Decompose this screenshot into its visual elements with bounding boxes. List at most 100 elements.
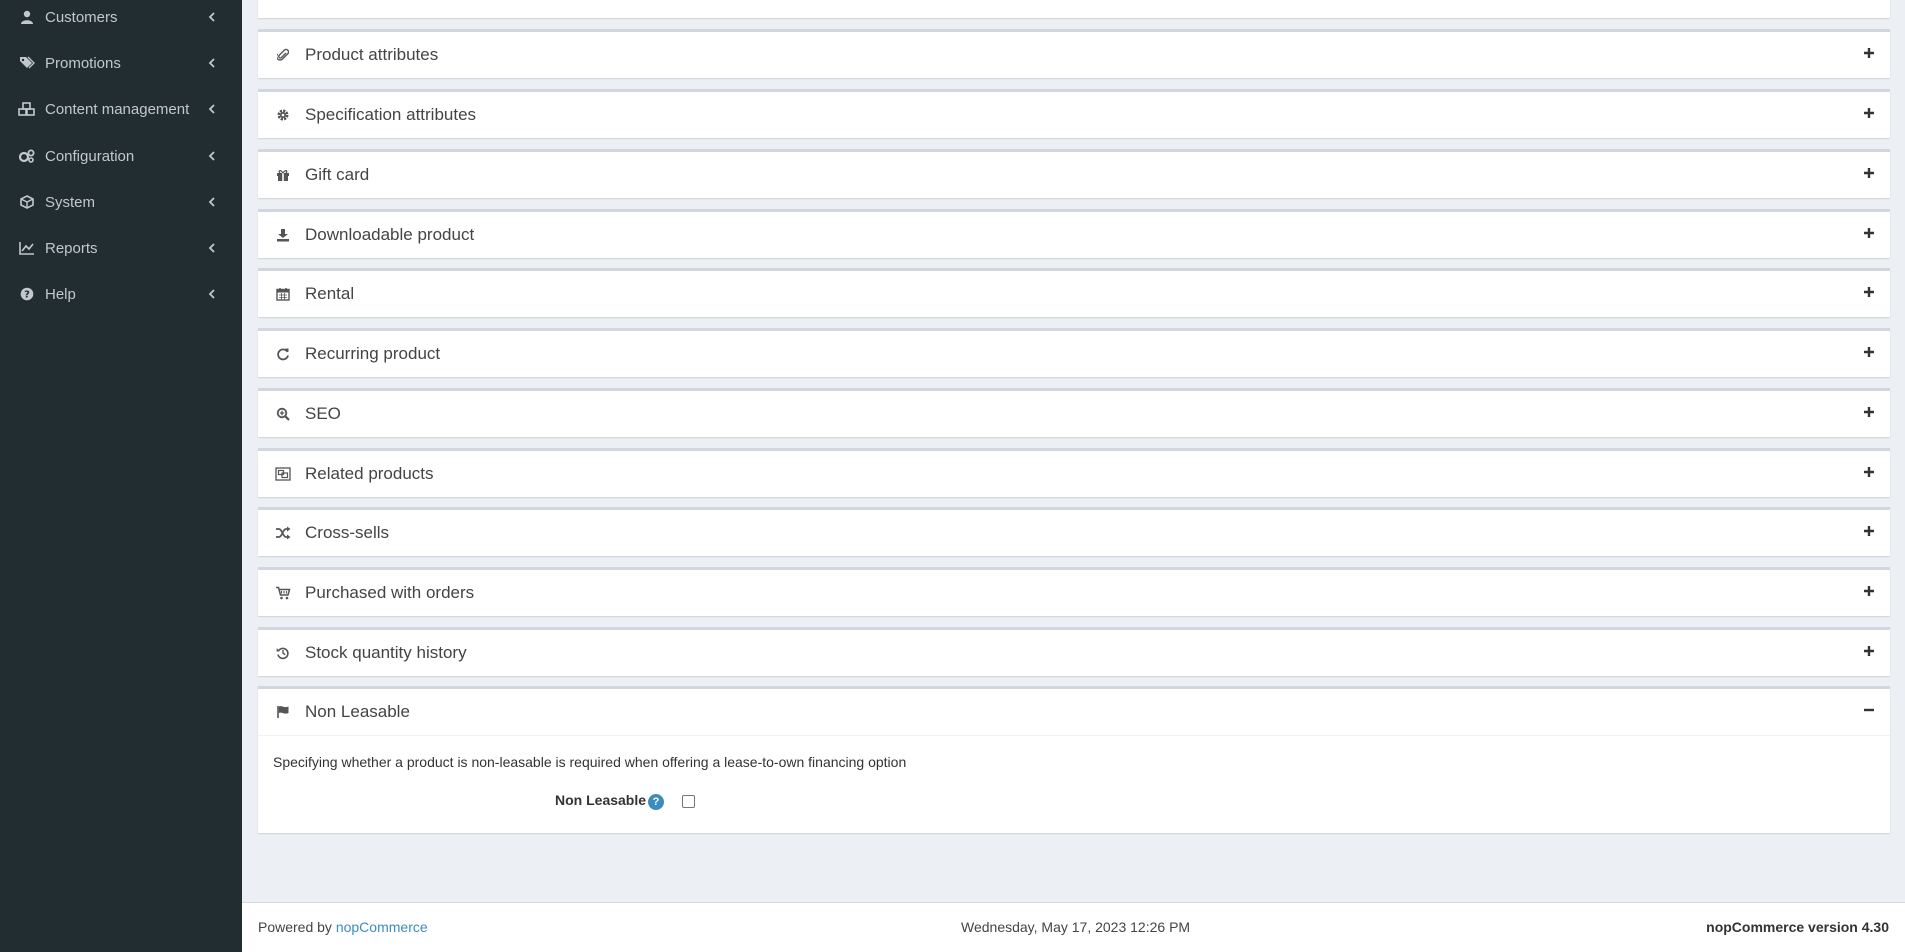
plus-icon[interactable] [1862, 584, 1876, 598]
panel-product-attributes[interactable]: Product attributes [258, 29, 1890, 78]
panel-title: Recurring product [305, 344, 441, 363]
panel-header[interactable]: SEO [258, 391, 1890, 437]
sidebar-item-promotions[interactable]: Promotions [0, 40, 242, 86]
panel-header[interactable]: Stock quantity history [258, 630, 1890, 676]
repeat-icon [275, 346, 291, 362]
sidebar: Customers Promotions Content management … [0, 0, 242, 952]
chevron-left-icon [206, 58, 218, 68]
chevron-left-icon [206, 104, 218, 114]
nopcommerce-link[interactable]: nopCommerce [336, 919, 428, 935]
plus-icon[interactable] [1862, 465, 1876, 479]
line-chart-icon [17, 238, 37, 258]
sidebar-item-label: Reports [45, 239, 98, 257]
gift-icon [275, 167, 291, 183]
panel-title: Gift card [305, 165, 370, 184]
panel-pictures-partial[interactable] [258, 0, 1890, 18]
sidebar-item-label: System [45, 193, 96, 211]
footer-datetime: Wednesday, May 17, 2023 12:26 PM [961, 919, 1191, 935]
panel-header[interactable]: Non Leasable [258, 689, 1890, 735]
help-icon[interactable]: ? [648, 794, 664, 810]
footer-version: nopCommerce version 4.30 [1706, 919, 1889, 935]
history-icon [275, 645, 291, 661]
plus-icon[interactable] [1862, 405, 1876, 419]
calendar-icon [275, 286, 291, 302]
download-icon [275, 227, 291, 243]
chevron-left-icon [206, 289, 218, 299]
chevron-left-icon [206, 197, 218, 207]
panel-header[interactable]: Gift card [258, 152, 1890, 198]
sidebar-item-reports[interactable]: Reports [0, 225, 242, 271]
paperclip-icon [275, 47, 291, 63]
plus-icon[interactable] [1862, 644, 1876, 658]
plus-icon[interactable] [1862, 524, 1876, 538]
sidebar-item-customers[interactable]: Customers [0, 0, 242, 40]
question-circle-icon: ? [17, 284, 37, 304]
panel-header[interactable]: Recurring product [258, 331, 1890, 377]
random-icon [275, 525, 291, 541]
footer: Powered by nopCommerce Wednesday, May 17… [242, 902, 1905, 952]
field-label: Non Leasable [555, 792, 647, 808]
object-group-icon [275, 466, 291, 482]
tags-icon [17, 53, 37, 73]
panel-title: Product attributes [305, 45, 439, 64]
user-icon [17, 7, 37, 27]
panel-title: Related products [305, 464, 434, 483]
panel-header[interactable]: Downloadable product [258, 212, 1890, 258]
sidebar-item-content-management[interactable]: Content management [0, 86, 242, 132]
powered-by: Powered by nopCommerce [258, 919, 428, 935]
chevron-left-icon [206, 12, 218, 22]
main-content: Product attributes Specification attribu… [242, 0, 1905, 902]
panel-header[interactable]: Specification attributes [258, 92, 1890, 138]
non-leasable-checkbox[interactable] [682, 795, 695, 808]
panel-recurring-product[interactable]: Recurring product [258, 328, 1890, 377]
sidebar-item-label: Customers [45, 8, 118, 26]
sidebar-item-help[interactable]: ? Help [0, 271, 242, 317]
panel-header[interactable]: Related products [258, 451, 1890, 497]
cart-icon [275, 585, 291, 601]
panel-title: SEO [305, 404, 341, 423]
sidebar-item-label: Configuration [45, 147, 135, 165]
search-plus-icon [275, 406, 291, 422]
powered-by-text: Powered by [258, 919, 332, 935]
panel-title: Rental [305, 284, 355, 303]
sidebar-item-configuration[interactable]: Configuration [0, 133, 242, 179]
svg-text:?: ? [24, 290, 30, 301]
minus-icon[interactable] [1862, 703, 1876, 717]
plus-icon[interactable] [1862, 285, 1876, 299]
panel-rental[interactable]: Rental [258, 268, 1890, 317]
panel-title: Purchased with orders [305, 583, 475, 602]
panel-header[interactable]: Product attributes [258, 32, 1890, 78]
panel-title: Specification attributes [305, 105, 477, 124]
panel-downloadable-product[interactable]: Downloadable product [258, 209, 1890, 258]
panel-stock-quantity-history[interactable]: Stock quantity history [258, 627, 1890, 676]
panel-purchased-with-orders[interactable]: Purchased with orders [258, 567, 1890, 616]
sidebar-item-system[interactable]: System [0, 179, 242, 225]
cubes-icon [17, 99, 37, 119]
plus-icon[interactable] [1862, 106, 1876, 120]
panel-body: Specifying whether a product is non-leas… [258, 735, 1890, 833]
panel-header[interactable]: Purchased with orders [258, 570, 1890, 616]
cube-icon [17, 192, 37, 212]
panel-description: Specifying whether a product is non-leas… [273, 754, 907, 770]
plus-icon[interactable] [1862, 345, 1876, 359]
panel-non-leasable[interactable]: Non Leasable Specifying whether a produc… [258, 686, 1890, 833]
panel-header[interactable]: Rental [258, 271, 1890, 317]
panel-title: Cross-sells [305, 523, 390, 542]
flag-icon [275, 704, 291, 720]
sidebar-item-label: Promotions [45, 54, 121, 72]
panel-header[interactable]: Cross-sells [258, 510, 1890, 556]
panel-specification-attributes[interactable]: Specification attributes [258, 89, 1890, 138]
panel-title: Downloadable product [305, 225, 475, 244]
chevron-left-icon [206, 151, 218, 161]
panel-title: Non Leasable [305, 702, 410, 721]
panel-seo[interactable]: SEO [258, 388, 1890, 437]
panel-title: Stock quantity history [305, 643, 467, 662]
sidebar-item-label: Help [45, 285, 76, 303]
panel-gift-card[interactable]: Gift card [258, 149, 1890, 198]
plus-icon[interactable] [1862, 226, 1876, 240]
panel-cross-sells[interactable]: Cross-sells [258, 507, 1890, 556]
plus-icon[interactable] [1862, 166, 1876, 180]
cog-icon [275, 107, 291, 123]
panel-related-products[interactable]: Related products [258, 448, 1890, 497]
plus-icon[interactable] [1862, 46, 1876, 60]
